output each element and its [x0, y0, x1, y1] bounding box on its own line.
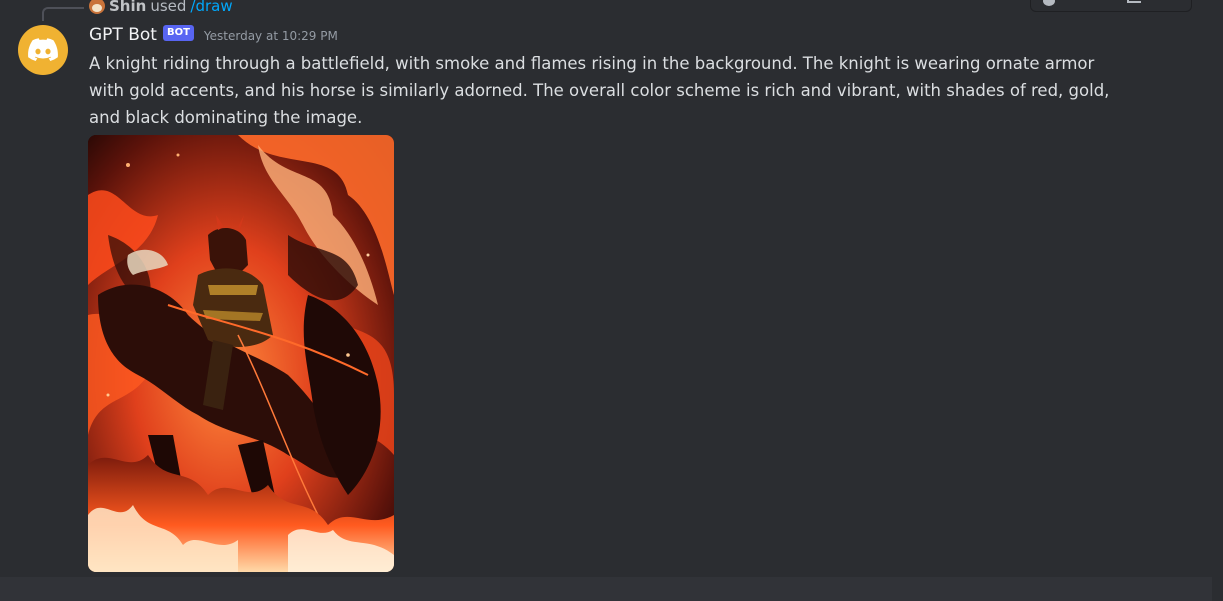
bot-badge: BOT — [162, 25, 194, 41]
message-composer-edge — [0, 577, 1212, 601]
scrollbar-track[interactable] — [1212, 0, 1223, 601]
command-reply-context[interactable]: Shin used /draw — [89, 0, 233, 17]
message-content: A knight riding through a battlefield, w… — [89, 54, 1110, 127]
slash-command-link[interactable]: /draw — [190, 0, 232, 15]
image-attachment[interactable] — [88, 135, 394, 572]
add-reaction-icon[interactable] — [1043, 0, 1055, 6]
bot-avatar[interactable] — [18, 25, 68, 75]
reply-connector — [42, 7, 84, 21]
shiba-avatar-icon[interactable] — [89, 0, 105, 14]
reply-used-label: used — [150, 0, 187, 15]
message-timestamp[interactable]: Yesterday at 10:29 PM — [204, 29, 338, 43]
generated-knight-image — [88, 135, 394, 572]
message-actions-toolbar[interactable] — [1030, 0, 1192, 12]
reply-icon[interactable] — [1127, 0, 1141, 3]
discord-logo-icon — [28, 38, 58, 61]
message-header: GPT Bot BOT Yesterday at 10:29 PM — [89, 23, 338, 47]
author-name[interactable]: GPT Bot — [89, 25, 157, 45]
chat-page: Shin used /draw GPT Bot BOT Yesterday at… — [0, 0, 1223, 601]
reply-username[interactable]: Shin — [109, 0, 146, 15]
